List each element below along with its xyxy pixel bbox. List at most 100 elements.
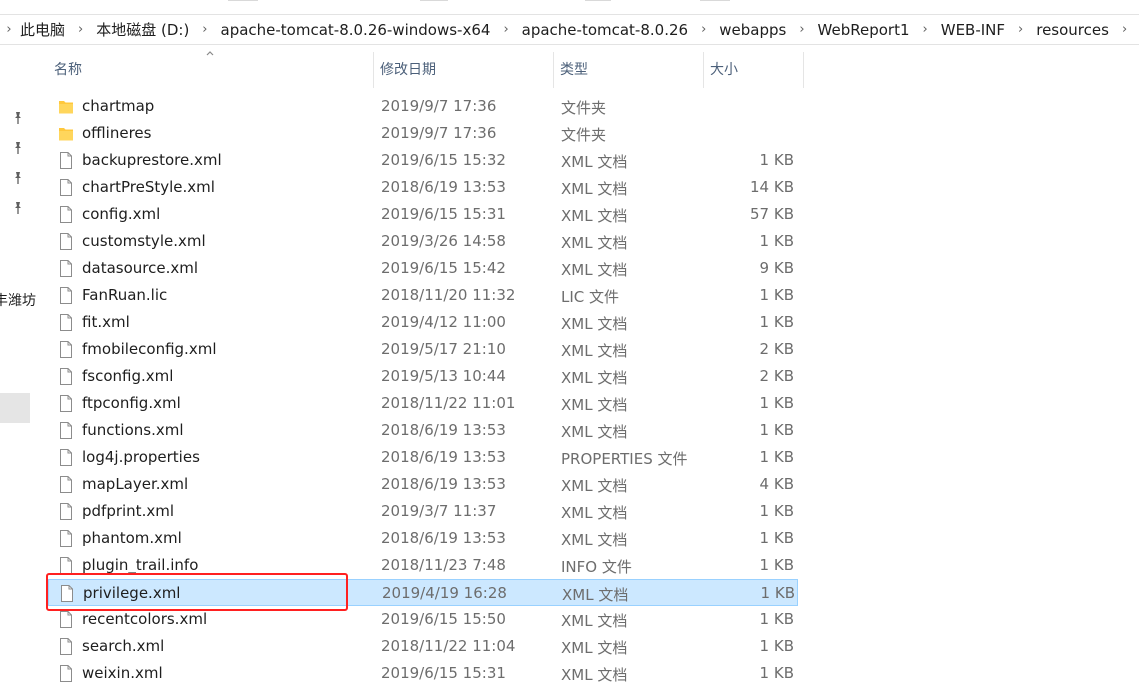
file-type: XML 文档 (562, 586, 629, 604)
column-header-size[interactable]: 大小 (704, 52, 804, 88)
chevron-right-icon[interactable]: › (69, 22, 92, 37)
file-row[interactable]: phantom.xml 2018/6/19 13:53 XML 文档 1 KB (48, 525, 798, 552)
file-date: 2018/6/19 13:53 (381, 475, 506, 493)
pin-icon[interactable] (11, 141, 25, 155)
file-type: XML 文档 (561, 207, 628, 225)
file-size: 1 KB (759, 232, 794, 250)
document-icon (59, 584, 75, 603)
file-row[interactable]: pdfprint.xml 2019/3/7 11:37 XML 文档 1 KB (48, 498, 798, 525)
file-date: 2019/6/15 15:31 (381, 664, 506, 682)
file-size: 1 KB (760, 584, 795, 602)
file-row[interactable]: log4j.properties 2018/6/19 13:53 PROPERTIE… (48, 444, 798, 471)
file-row[interactable]: datasource.xml 2019/6/15 15:42 XML 文档 9 KB (48, 255, 798, 282)
nav-item-selected[interactable] (0, 393, 30, 423)
file-type: 文件夹 (561, 99, 607, 117)
chevron-right-icon[interactable]: › (1113, 22, 1136, 37)
chevron-right-icon[interactable]: › (193, 22, 216, 37)
file-row[interactable]: offlineres 2019/9/7 17:36 文件夹 (48, 120, 798, 147)
document-icon (58, 610, 74, 629)
file-date: 2018/6/19 13:53 (381, 529, 506, 547)
column-header-name[interactable]: 名称 (48, 52, 374, 88)
file-row[interactable]: search.xml 2018/11/22 11:04 XML 文档 1 KB (48, 633, 798, 660)
file-size: 1 KB (759, 151, 794, 169)
file-type: XML 文档 (561, 342, 628, 360)
file-size: 1 KB (759, 610, 794, 628)
file-row[interactable]: recentcolors.xml 2019/6/15 15:50 XML 文档 1 K… (48, 606, 798, 633)
file-name: datasource.xml (82, 259, 199, 277)
file-name: FanRuan.lic (82, 286, 168, 304)
pin-icon[interactable] (11, 201, 25, 215)
breadcrumb-item[interactable]: WebReport1 (814, 21, 914, 39)
file-row[interactable]: mapLayer.xml 2018/6/19 13:53 XML 文档 4 KB (48, 471, 798, 498)
file-name: fsconfig.xml (82, 367, 174, 385)
document-icon (58, 205, 74, 224)
breadcrumb-item[interactable]: webapps (715, 21, 790, 39)
document-icon (58, 367, 74, 386)
breadcrumb-item[interactable]: resources (1032, 21, 1113, 39)
file-row[interactable]: fmobileconfig.xml 2019/5/17 21:10 XML 文档 2 … (48, 336, 798, 363)
file-type: XML 文档 (561, 477, 628, 495)
file-size: 4 KB (759, 475, 794, 493)
file-row[interactable]: config.xml 2019/6/15 15:31 XML 文档 57 KB (48, 201, 798, 228)
file-size: 1 KB (759, 421, 794, 439)
file-type: XML 文档 (561, 612, 628, 630)
file-name: phantom.xml (82, 529, 182, 547)
document-icon (58, 394, 74, 413)
document-icon (58, 664, 74, 683)
document-icon (58, 637, 74, 656)
document-icon (58, 340, 74, 359)
file-row[interactable]: chartPreStyle.xml 2018/6/19 13:53 XML 文档 14… (48, 174, 798, 201)
file-date: 2018/6/19 13:53 (381, 448, 506, 466)
file-row[interactable]: fsconfig.xml 2019/5/13 10:44 XML 文档 2 KB (48, 363, 798, 390)
breadcrumb-item[interactable]: apache-tomcat-8.0.26 (518, 21, 692, 39)
nav-item-label[interactable]: 丰潍坊 (0, 290, 36, 310)
file-row[interactable]: weixin.xml 2019/6/15 15:31 XML 文档 1 KB (48, 660, 798, 687)
file-date: 2018/6/19 13:53 (381, 178, 506, 196)
breadcrumb-item[interactable]: 本地磁盘 (D:) (92, 19, 193, 40)
address-bar[interactable]: › 此电脑 › 本地磁盘 (D:) › apache-tomcat-8.0.26-win… (0, 14, 1139, 45)
chevron-right-icon[interactable]: › (1009, 22, 1032, 37)
file-row[interactable]: fit.xml 2019/4/12 11:00 XML 文档 1 KB (48, 309, 798, 336)
document-icon (58, 151, 74, 170)
file-row[interactable]: privilege.xml 2019/4/19 16:28 XML 文档 1 KB (48, 579, 798, 606)
chevron-right-icon[interactable]: › (494, 22, 517, 37)
file-type: INFO 文件 (561, 558, 632, 576)
navigation-pane[interactable]: 丰潍坊 (0, 46, 36, 699)
folder-icon (58, 124, 74, 143)
file-name: log4j.properties (82, 448, 200, 466)
file-row[interactable]: FanRuan.lic 2018/11/20 11:32 LIC 文件 1 KB (48, 282, 798, 309)
file-row[interactable]: backuprestore.xml 2019/6/15 15:32 XML 文档 1 … (48, 147, 798, 174)
column-header-type[interactable]: 类型 (554, 52, 704, 88)
file-date: 2019/9/7 17:36 (381, 124, 497, 142)
file-size: 2 KB (759, 367, 794, 385)
file-name: backuprestore.xml (82, 151, 222, 169)
chevron-right-icon[interactable]: › (914, 22, 937, 37)
pin-icon[interactable] (11, 111, 25, 125)
chevron-right-icon[interactable]: › (790, 22, 813, 37)
file-size: 1 KB (759, 313, 794, 331)
document-icon (58, 259, 74, 278)
chevron-right-icon[interactable]: › (0, 22, 16, 37)
file-type: 文件夹 (561, 126, 607, 144)
file-name: mapLayer.xml (82, 475, 189, 493)
breadcrumb-item[interactable]: apache-tomcat-8.0.26-windows-x64 (217, 21, 495, 39)
file-name: fmobileconfig.xml (82, 340, 217, 358)
breadcrumb: 此电脑 › 本地磁盘 (D:) › apache-tomcat-8.0.26-windo… (16, 19, 1136, 40)
file-row[interactable]: ftpconfig.xml 2018/11/22 11:01 XML 文档 1 KB (48, 390, 798, 417)
file-row[interactable]: chartmap 2019/9/7 17:36 文件夹 (48, 93, 798, 120)
ribbon-strip (0, 0, 1139, 8)
file-date: 2019/5/13 10:44 (381, 367, 506, 385)
document-icon (58, 556, 74, 575)
file-row[interactable]: customstyle.xml 2019/3/26 14:58 XML 文档 1 KB (48, 228, 798, 255)
breadcrumb-item[interactable]: 此电脑 (16, 19, 69, 40)
file-size: 1 KB (759, 556, 794, 574)
file-row[interactable]: plugin_trail.info 2018/11/23 7:48 INFO 文件 1… (48, 552, 798, 579)
file-name: chartmap (82, 97, 155, 115)
breadcrumb-item[interactable]: WEB-INF (937, 21, 1009, 39)
column-header-date[interactable]: 修改日期 (374, 52, 554, 88)
file-type: XML 文档 (561, 504, 628, 522)
file-row[interactable]: functions.xml 2018/6/19 13:53 XML 文档 1 KB (48, 417, 798, 444)
chevron-right-icon[interactable]: › (692, 22, 715, 37)
file-name: offlineres (82, 124, 152, 142)
pin-icon[interactable] (11, 171, 25, 185)
